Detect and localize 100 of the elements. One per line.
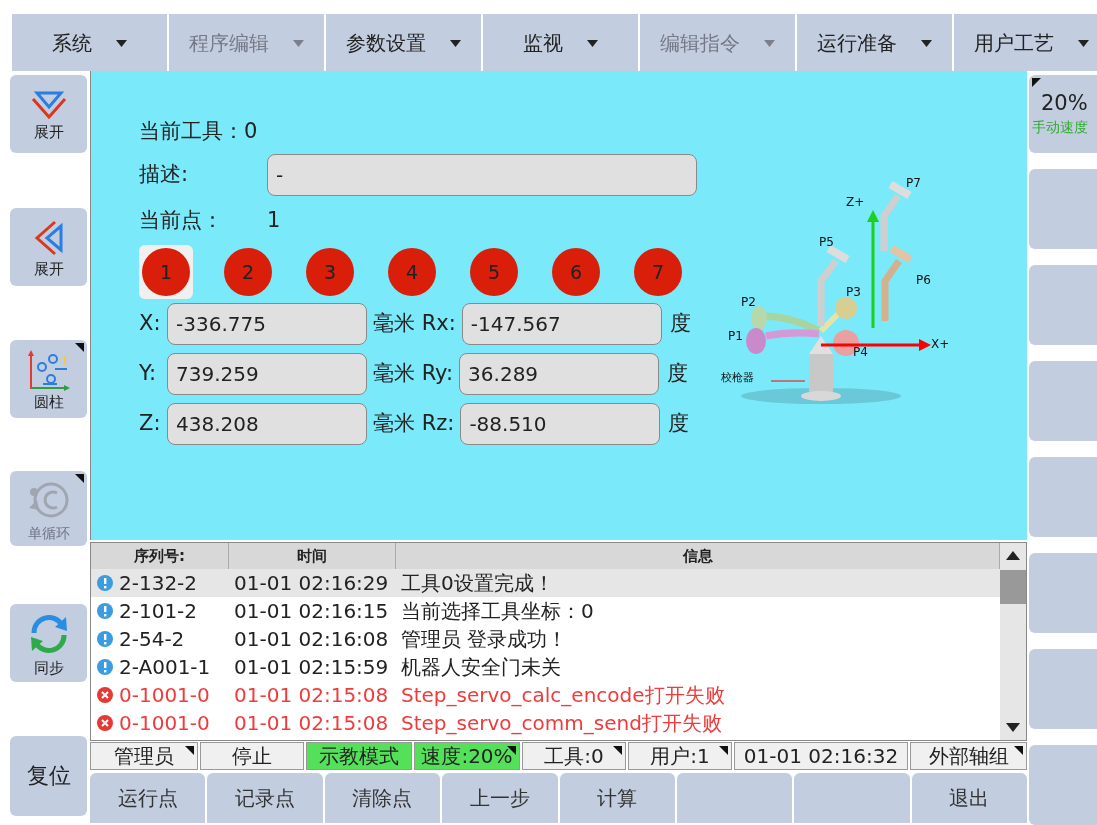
caret-icon: [293, 39, 304, 47]
diagram-label: P4: [853, 345, 868, 359]
unit-label: 毫米 Ry:: [372, 360, 455, 388]
error-icon: [97, 715, 113, 731]
unit-label: 毫米 Rx:: [372, 310, 457, 338]
diagram-label: X+: [931, 337, 950, 351]
menu-tab[interactable]: 监视: [483, 14, 638, 71]
log-id: 0-1001-0: [119, 710, 210, 737]
status-field[interactable]: 外部轴组: [910, 742, 1027, 770]
info-icon: [97, 631, 113, 647]
axis-label: Y:: [139, 360, 158, 388]
diagram-label: P6: [916, 273, 931, 287]
log-message: 机器人安全门未关: [400, 654, 561, 681]
status-field[interactable]: 速度:20%: [414, 742, 520, 770]
unit-label: 度: [668, 310, 691, 338]
point-number: 1: [267, 207, 281, 235]
status-field[interactable]: 用户:1: [628, 742, 732, 770]
caret-icon: [921, 39, 932, 47]
log-id: 2-A001-1: [119, 654, 211, 681]
log-id: 2-101-2: [119, 598, 198, 625]
value-field[interactable]: -336.775: [167, 303, 367, 345]
function-button[interactable]: [676, 773, 793, 823]
menu-tab[interactable]: 运行准备: [797, 14, 952, 71]
diagram-label: Z+: [846, 195, 865, 209]
log-message: 工具0设置完成！: [400, 570, 554, 597]
scrollbar-thumb[interactable]: [1000, 569, 1026, 604]
status-field: 01-01 02:16:32: [734, 742, 908, 770]
caret-icon: [764, 39, 775, 47]
unit-label: 度: [667, 410, 690, 438]
log-time: 01-01 02:15:08: [233, 710, 390, 737]
value-field[interactable]: 739.259: [167, 353, 367, 395]
log-message: 管理员 登录成功！: [400, 626, 568, 653]
value-field[interactable]: 36.289: [459, 353, 660, 395]
error-icon: [97, 687, 113, 703]
diagram-label: P2: [741, 295, 756, 309]
caret-icon: [1078, 39, 1089, 47]
diagram-label: P3: [846, 285, 861, 299]
value-field[interactable]: 438.208: [167, 403, 367, 445]
status-field[interactable]: 管理员: [90, 742, 198, 770]
function-button[interactable]: 清除点: [324, 773, 441, 823]
side-button[interactable]: 展开: [10, 208, 87, 286]
value-field[interactable]: -147.567: [461, 303, 662, 345]
side-button[interactable]: 复位: [10, 736, 87, 816]
side-button[interactable]: [1029, 649, 1097, 729]
side-button[interactable]: [1029, 457, 1097, 537]
speed-button[interactable]: 20% 手动速度: [1029, 75, 1097, 153]
scroll-up-icon: [1006, 551, 1020, 560]
side-button[interactable]: 同步: [10, 604, 87, 682]
function-button[interactable]: 运行点: [90, 773, 206, 823]
diagram-label: 校枪器: [721, 371, 754, 384]
log-message: Step_servo_comm_send打开失败: [400, 710, 722, 737]
menu-tab[interactable]: 用户工艺: [954, 14, 1097, 71]
function-button[interactable]: 计算: [559, 773, 675, 823]
log-message: Step_servo_calc_encode打开失败: [400, 682, 725, 709]
log-id: 2-54-2: [119, 626, 185, 653]
diagram-label: P1: [728, 329, 743, 343]
side-button[interactable]: [1029, 361, 1097, 441]
scrollbar[interactable]: [1000, 543, 1026, 740]
side-button[interactable]: [1029, 553, 1097, 633]
function-button[interactable]: [794, 773, 910, 823]
status-field[interactable]: 工具:0: [522, 742, 626, 770]
log-time: 01-01 02:16:08: [233, 626, 390, 653]
log-message: 当前选择工具坐标：0: [400, 598, 594, 625]
side-button[interactable]: [1029, 169, 1097, 249]
function-button[interactable]: 退出: [911, 773, 1027, 823]
corner-marker-icon: [1032, 78, 1041, 87]
field-label: 描述:: [139, 161, 190, 189]
function-button[interactable]: 上一步: [442, 773, 558, 823]
status-field: 示教模式: [306, 742, 412, 770]
field-label: 当前点：: [139, 207, 224, 235]
log-id: 0-1001-0: [119, 682, 210, 709]
field-label: 当前工具：: [139, 118, 244, 146]
value-field[interactable]: -: [267, 154, 697, 196]
value-field[interactable]: -88.510: [460, 403, 661, 445]
status-field: 停止: [200, 742, 304, 770]
axis-label: X:: [139, 310, 162, 338]
caret-icon: [587, 39, 598, 47]
info-icon: [97, 575, 113, 591]
menu-tab[interactable]: 系统: [12, 14, 167, 71]
caret-icon: [116, 39, 127, 47]
axis-label: Z:: [139, 410, 162, 438]
unit-label: 毫米 Rz:: [372, 410, 456, 438]
log-id: 2-132-2: [119, 570, 198, 597]
caret-icon: [450, 39, 461, 47]
info-icon: [97, 603, 113, 619]
unit-label: 度: [666, 360, 689, 388]
side-button[interactable]: 圆柱: [10, 340, 87, 418]
log-time: 01-01 02:15:08: [233, 682, 390, 709]
function-button[interactable]: 记录点: [207, 773, 323, 823]
side-button[interactable]: [1029, 265, 1097, 345]
side-button[interactable]: [1029, 745, 1097, 825]
log-time: 01-01 02:16:29: [233, 570, 390, 597]
menu-tab[interactable]: 参数设置: [326, 14, 481, 71]
diagram-label: P5: [819, 235, 834, 249]
diagram-label: P7: [906, 176, 921, 190]
tool-number: 0: [244, 118, 258, 146]
robot-arm-axes-icon: [26, 348, 71, 391]
log-row[interactable]: 2-132-2 01-01 02:16:29 工具0设置完成！: [91, 569, 1000, 597]
log-time: 01-01 02:15:59: [233, 654, 390, 681]
side-button[interactable]: 展开: [10, 75, 87, 153]
